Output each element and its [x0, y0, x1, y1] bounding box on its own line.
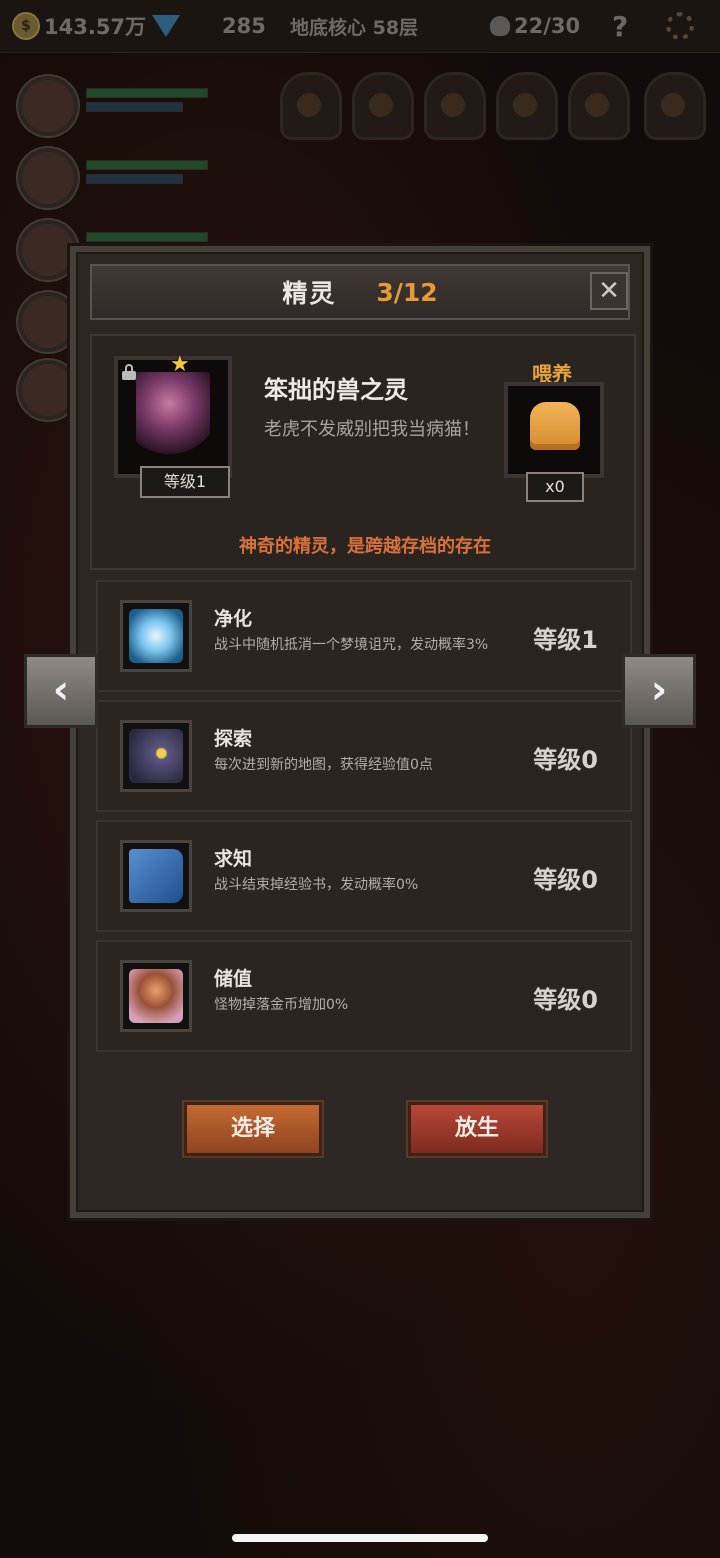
spirit-dialog: 精灵 3/12 ✕ ★ 等级1 笨拙的兽之灵 老虎不发威别把我当病猫！ 喂养 x… [70, 246, 650, 1218]
avatar [18, 148, 78, 208]
skill-name: 探索 [214, 728, 253, 750]
skill-name: 储值 [214, 968, 253, 990]
pumpkin-slot [644, 72, 706, 140]
lock-icon [122, 364, 136, 380]
skull-icon [490, 16, 510, 36]
spirit-portrait[interactable]: ★ [114, 352, 232, 478]
skill-desc: 每次进到新的地图，获得经验值0点 [214, 757, 433, 773]
hp-bar [86, 88, 208, 98]
skill-row-knowledge[interactable]: 求知 战斗结束掉经验书，发动概率0% 等级0 [96, 820, 632, 932]
floor-location: 地底核心 58层 [290, 16, 419, 39]
hp-bar [86, 160, 208, 170]
spirit-count: 3/12 [376, 277, 438, 307]
select-button[interactable]: 选择 [184, 1102, 322, 1156]
home-indicator[interactable] [232, 1534, 488, 1542]
feed-button[interactable] [504, 382, 604, 478]
spirit-tagline: 神奇的精灵，是跨越存档的存在 [239, 536, 491, 557]
avatar [18, 76, 78, 136]
pumpkin-icon [661, 93, 685, 117]
diamond-icon [152, 15, 180, 37]
skill-row-explore[interactable]: 探索 每次进到新的地图，获得经验值0点 等级0 [96, 700, 632, 812]
coffin-icon [513, 93, 537, 117]
coin-counter: $ 143.57万 [12, 10, 146, 42]
coin-icon: $ [12, 12, 40, 40]
dialog-header: 精灵 3/12 [90, 264, 630, 320]
help-button[interactable]: ? [612, 10, 640, 43]
mp-bar [86, 102, 183, 112]
kill-count: 22/30 [514, 14, 581, 38]
top-status-bar: $ 143.57万 285 地底核心 58层 22/30 ? [0, 0, 720, 53]
spirit-info-panel: ★ 等级1 笨拙的兽之灵 老虎不发威别把我当病猫！ 喂养 x0 神奇的精灵，是跨… [90, 334, 636, 570]
owl-icon [120, 720, 192, 792]
release-button[interactable]: 放生 [408, 1102, 546, 1156]
close-button[interactable]: ✕ [590, 272, 628, 310]
coffin-slot [496, 72, 558, 140]
skill-row-savings[interactable]: 储值 怪物掉落金币增加0% 等级0 [96, 940, 632, 1052]
skill-level: 等级0 [533, 746, 598, 774]
feather-icon [369, 93, 393, 117]
coin-amount: 143.57万 [44, 15, 147, 39]
beast-icon [585, 93, 609, 117]
skill-row-purify[interactable]: 净化 战斗中随机抵消一个梦境诅咒，发动概率3% 等级1 [96, 580, 632, 692]
hero-slot [10, 142, 208, 208]
bell-slot [280, 72, 342, 140]
spirit-quote: 老虎不发威别把我当病猫！ [264, 419, 480, 440]
next-arrow-button[interactable]: › [622, 654, 696, 728]
skill-desc: 怪物掉落金币增加0% [214, 997, 349, 1013]
goblet-icon [120, 960, 192, 1032]
feather-slot [352, 72, 414, 140]
spirit-level: 等级1 [140, 466, 230, 498]
bread-icon [530, 402, 580, 450]
skill-name: 求知 [214, 848, 253, 870]
avatar [18, 360, 78, 420]
feed-count: x0 [526, 472, 584, 502]
avatar [18, 220, 78, 280]
dialog-title: 精灵 [282, 279, 337, 308]
beast-slot [568, 72, 630, 140]
kill-counter: 22/30 [490, 10, 580, 42]
prev-arrow-button[interactable]: ‹ [24, 654, 98, 728]
bell-icon [297, 93, 321, 117]
skill-level: 等级0 [533, 866, 598, 894]
skill-desc: 战斗中随机抵消一个梦境诅咒，发动概率3% [214, 637, 489, 653]
skill-level: 等级1 [533, 626, 598, 654]
star-icon: ★ [170, 352, 190, 377]
hero-slot [10, 70, 208, 136]
skill-name: 净化 [214, 608, 253, 630]
gear-icon [666, 12, 694, 40]
spirit-name: 笨拙的兽之灵 [264, 376, 408, 404]
settings-button[interactable] [666, 10, 694, 42]
gem-counter [152, 10, 186, 42]
avatar [18, 292, 78, 352]
potion-slot [424, 72, 486, 140]
flower-icon [120, 600, 192, 672]
skill-level: 等级0 [533, 986, 598, 1014]
spirit-image [136, 372, 210, 462]
book-icon [120, 840, 192, 912]
potion-icon [441, 93, 465, 117]
hp-bar [86, 232, 208, 242]
mp-bar [86, 174, 183, 184]
gem-amount: 285 [222, 14, 266, 38]
skill-desc: 战斗结束掉经验书，发动概率0% [214, 877, 419, 893]
